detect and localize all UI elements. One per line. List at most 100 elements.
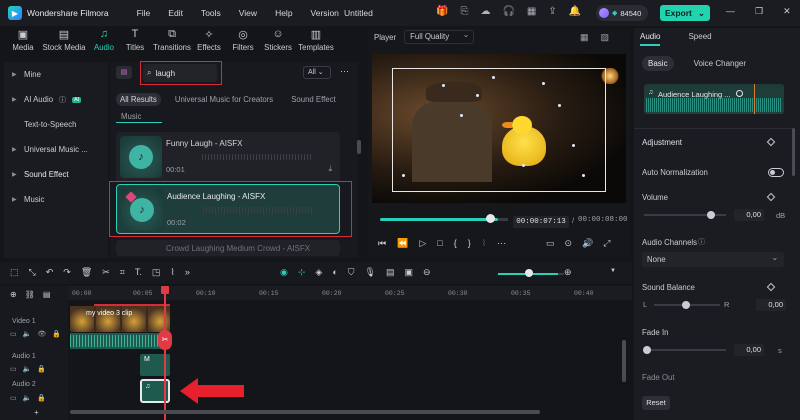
sidebar-item-music[interactable]: ▶ Music	[4, 187, 108, 212]
share-icon[interactable]: ⎘	[460, 6, 468, 18]
volume-icon[interactable]: 🔈	[23, 365, 32, 373]
playback-progress[interactable]	[380, 218, 498, 221]
add-track-icon[interactable]: ⊕	[10, 290, 17, 299]
volume-icon[interactable]: 🔊	[582, 238, 593, 249]
folder-icon[interactable]: ▭	[10, 394, 17, 402]
grid-icon[interactable]: ▦	[527, 6, 536, 18]
result-card[interactable]: Crowd Laughing Medium Crowd - AISFX	[116, 240, 340, 256]
tab-filters[interactable]: ◎ Filters	[226, 28, 260, 58]
stop-icon[interactable]: □	[437, 238, 442, 249]
menu-help[interactable]: Help	[275, 8, 292, 18]
link-icon[interactable]: ⛓	[25, 290, 35, 299]
caption-icon[interactable]: ▣	[404, 267, 413, 278]
credits-badge[interactable]: ◆ 84540	[596, 5, 648, 21]
snapshot-icon[interactable]: ▨	[601, 32, 610, 43]
audio-channels-select[interactable]: None	[642, 250, 784, 267]
scissors-icon[interactable]: ✂	[158, 330, 172, 350]
speed-icon[interactable]: ◐	[332, 267, 337, 278]
balance-knob[interactable]	[682, 301, 690, 309]
lock-icon[interactable]: 🔒	[37, 365, 46, 373]
zoom-out-icon[interactable]: ⊖	[423, 267, 431, 278]
cut-icon[interactable]: ✂	[102, 267, 110, 278]
tab-stock-media[interactable]: ▤ Stock Media	[38, 28, 90, 58]
help-icon[interactable]: ⓘ	[59, 95, 66, 105]
fade-in-knob[interactable]	[643, 346, 651, 354]
timeline-vscrollbar[interactable]	[622, 340, 626, 382]
filter-all-results[interactable]: All Results	[116, 92, 161, 106]
sidebar-item-universal-music[interactable]: ▶ Universal Music ...	[4, 137, 108, 162]
more-tools-icon[interactable]: »	[185, 267, 190, 278]
tab-templates[interactable]: ▥ Templates	[296, 28, 336, 58]
play-back-icon[interactable]: ⏪	[397, 238, 408, 249]
menu-file[interactable]: File	[137, 8, 151, 18]
tab-effects[interactable]: ✧ Effects	[192, 28, 226, 58]
mark-in-icon[interactable]: {	[454, 238, 457, 249]
bell-icon[interactable]: 🔔	[569, 6, 581, 18]
quality-select[interactable]: Full Quality	[404, 29, 475, 44]
marker-icon[interactable]: ◈	[315, 267, 322, 278]
gift-icon[interactable]: 🎁	[436, 6, 448, 18]
auto-normalization-toggle[interactable]	[768, 168, 784, 177]
undo-icon[interactable]: ↶	[46, 267, 54, 278]
close-icon[interactable]: ✕	[783, 6, 791, 17]
cloud-icon[interactable]: ☁	[480, 6, 490, 18]
camera-icon[interactable]: ⊙	[565, 238, 573, 249]
crop-icon[interactable]: ⌗	[120, 267, 125, 278]
fullscreen-icon[interactable]: ⤢	[603, 238, 610, 249]
help-icon[interactable]: ⓘ	[698, 237, 705, 247]
tab-speed[interactable]: Speed	[688, 32, 711, 46]
sidebar-item-mine[interactable]: ▶ Mine	[4, 62, 108, 87]
filter-universal-music[interactable]: Universal Music for Creators	[171, 93, 277, 106]
timeline-hscrollbar[interactable]	[70, 410, 540, 414]
zoom-in-icon[interactable]: ⊕	[564, 267, 572, 278]
more-icon[interactable]: ⋯	[340, 66, 349, 77]
playhead[interactable]	[164, 286, 166, 420]
fade-in-slider[interactable]	[644, 349, 726, 351]
video-audio-waveform[interactable]	[70, 333, 170, 349]
menu-edit[interactable]: Edit	[168, 8, 183, 18]
mic-icon[interactable]: 🎙	[365, 267, 376, 278]
volume-icon[interactable]: 🔈	[23, 330, 32, 338]
lock-icon[interactable]: 🔒	[52, 330, 61, 338]
lock-icon[interactable]: 🔒	[37, 394, 46, 402]
export-button[interactable]: Export ⌄	[660, 5, 710, 21]
balance-value[interactable]: 0,00	[756, 299, 786, 311]
shield-icon[interactable]: ⛉	[348, 267, 355, 278]
chevron-down-icon[interactable]: ▼	[610, 268, 616, 274]
sidebar-item-ai-audio[interactable]: ▶ AI Audio ⓘ AI	[4, 87, 108, 112]
display-icon[interactable]: ▭	[546, 238, 555, 249]
library-icon[interactable]: ▤	[116, 66, 132, 79]
tab-audio-props[interactable]: Audio	[640, 32, 661, 46]
results-scrollbar[interactable]	[357, 140, 361, 154]
mark-out-icon[interactable]: }	[468, 238, 471, 249]
transform-icon[interactable]: ◳	[152, 267, 161, 278]
ripple-tool-icon[interactable]: ⤡	[29, 267, 36, 278]
menu-view[interactable]: View	[239, 8, 257, 18]
subtab-basic[interactable]: Basic	[642, 56, 674, 71]
select-tool-icon[interactable]: ⬚	[10, 267, 19, 278]
tab-titles[interactable]: T Titles	[118, 28, 152, 58]
menu-version[interactable]: Version	[311, 8, 339, 18]
eye-icon[interactable]: 👁	[37, 330, 46, 338]
scope-select[interactable]: All ⌄	[303, 66, 331, 79]
minimize-icon[interactable]: —	[726, 6, 735, 17]
more-icon[interactable]: ⋯	[497, 238, 506, 249]
panel-scrollbar[interactable]	[792, 128, 795, 176]
play-icon[interactable]: ▷	[419, 238, 426, 249]
tab-transitions[interactable]: ⧉ Transitions	[152, 28, 192, 58]
layers-icon[interactable]: ▤	[43, 290, 51, 299]
fade-in-value[interactable]: 0,00	[734, 344, 764, 356]
snap-icon[interactable]: ⊹	[298, 267, 306, 278]
redo-icon[interactable]: ↷	[63, 267, 71, 278]
tab-media[interactable]: ▣ Media	[8, 28, 38, 58]
folder-icon[interactable]: ▭	[10, 330, 17, 338]
split-icon[interactable]: ⌇	[170, 267, 174, 278]
subtab-voice-changer[interactable]: Voice Changer	[688, 56, 752, 71]
split-icon[interactable]: ⌇	[482, 238, 486, 249]
video-clip[interactable]: my video 3 clip	[70, 306, 170, 332]
playhead-handle[interactable]	[161, 286, 169, 294]
volume-knob[interactable]	[707, 211, 715, 219]
delete-icon[interactable]: 🗑	[81, 267, 92, 278]
add-icon[interactable]: +	[34, 408, 39, 417]
playback-track[interactable]	[498, 218, 508, 221]
